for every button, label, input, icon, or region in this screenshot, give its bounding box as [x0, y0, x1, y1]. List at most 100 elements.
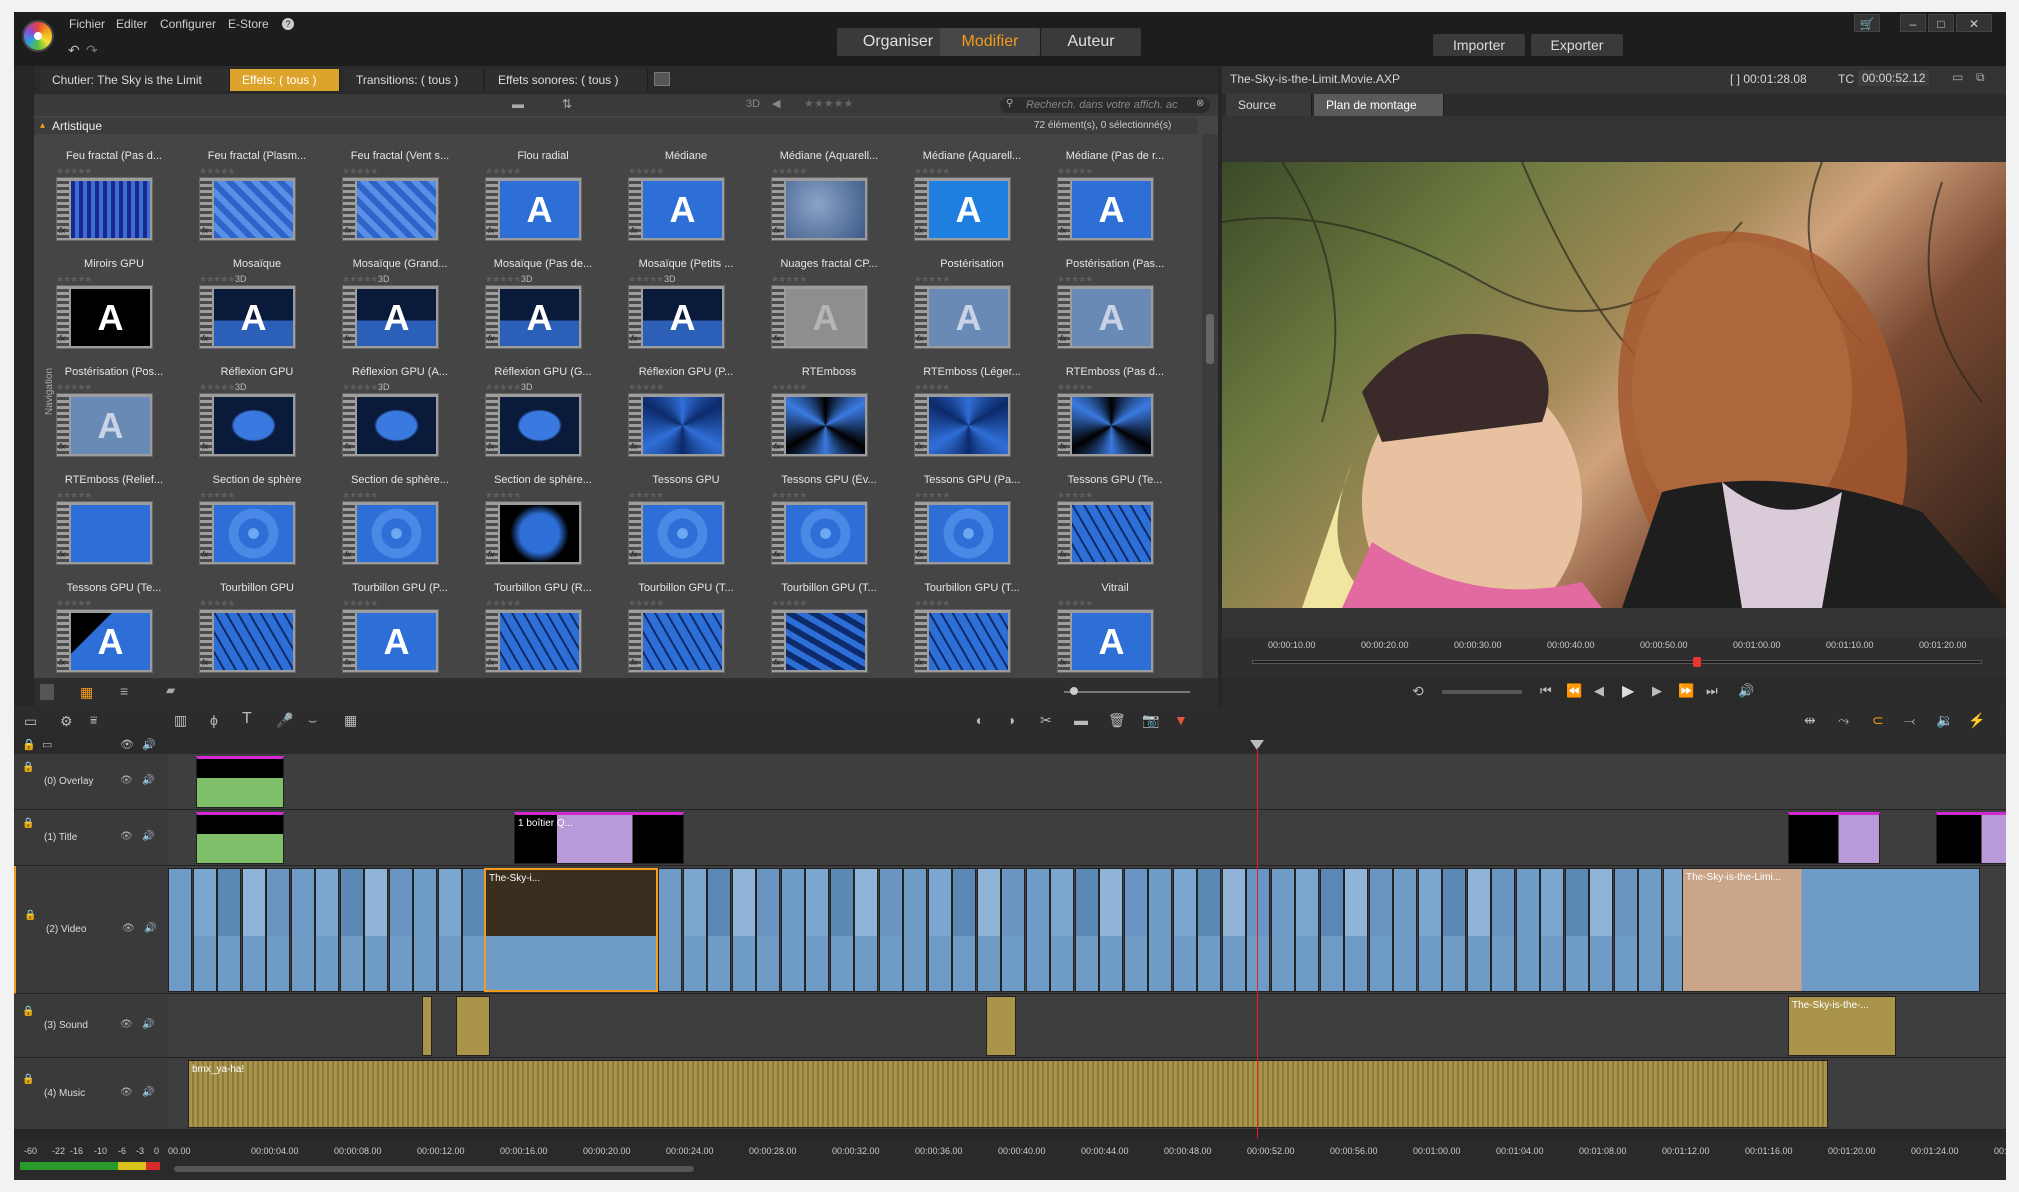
sound-clip[interactable] [422, 996, 432, 1056]
video-clip[interactable] [1099, 868, 1123, 992]
rating-stars[interactable]: ★★★★★ [628, 166, 664, 177]
export-button[interactable]: Exporter [1531, 34, 1623, 56]
grid-view-icon[interactable]: ▦ [80, 684, 93, 701]
snapshot-icon[interactable]: 📷 [1142, 712, 1159, 729]
video-clip[interactable] [658, 868, 682, 992]
effect-thumbnail[interactable]: fx [485, 393, 582, 457]
effect-item[interactable]: Nuages fractal CP... ★★★★★ fx A [759, 258, 899, 366]
rating-stars[interactable]: ★★★★★ [1057, 490, 1093, 501]
shuttle-slider[interactable] [1442, 690, 1522, 694]
effect-item[interactable]: Tourbillon GPU ★★★★★ fx [187, 582, 327, 678]
scroll-icon[interactable]: ⤳ [1838, 712, 1849, 729]
effect-item[interactable]: Feu fractal (Vent s... ★★★★★ fx [330, 150, 470, 258]
video-clip[interactable] [462, 868, 486, 992]
effect-item[interactable]: Tessons GPU (Pa... ★★★★★ fx [902, 474, 1042, 582]
visibility-icon[interactable]: 👁 [120, 831, 133, 842]
effect-item[interactable]: Réflexion GPU (P... ★★★★★ fx [616, 366, 756, 474]
video-clip[interactable] [1442, 868, 1466, 992]
effect-item[interactable]: Médiane (Pas de r... ★★★★★ fx A [1045, 150, 1185, 258]
rating-stars[interactable]: ★★★★★ [199, 490, 235, 501]
rating-stars[interactable]: ★★★★★ [199, 382, 235, 393]
sort-icon[interactable]: ⇅ [562, 97, 572, 111]
search-input[interactable]: Recherch. dans votre affich. ac [1000, 97, 1210, 113]
effect-item[interactable]: Mosaïque (Petits ... ★★★★★ 3D fx A [616, 258, 756, 366]
player-scrubber[interactable]: 00:00:10.00 00:00:20.00 00:00:30.00 00:00:4… [1222, 638, 2006, 678]
video-clip[interactable] [1123, 868, 1148, 992]
lock-icon[interactable]: 🔒 [22, 1074, 34, 1085]
effect-thumbnail[interactable]: fx A [1057, 285, 1154, 349]
music-clip[interactable]: bmx_ya-ha! [188, 1060, 1828, 1128]
effect-thumbnail[interactable]: fx A [914, 285, 1011, 349]
video-clip[interactable] [1417, 868, 1442, 992]
effect-thumbnail[interactable]: fx A [628, 177, 725, 241]
menu-editer[interactable]: Editer [116, 17, 147, 31]
timecode-readout[interactable]: 00:00:52.12 [1858, 70, 1930, 86]
effect-thumbnail[interactable]: fx A [342, 609, 439, 673]
video-clip[interactable] [1246, 868, 1270, 992]
track-header[interactable]: 🔒 (0) Overlay 👁 🔊 [14, 754, 168, 810]
sound-clip[interactable]: The-Sky-is-the-... [1788, 996, 1896, 1056]
help-icon[interactable]: ? [282, 18, 294, 30]
rating-stars[interactable]: ★★★★★ [771, 490, 807, 501]
preview-icon[interactable] [40, 684, 54, 700]
effect-thumbnail[interactable]: fx [1057, 393, 1154, 457]
video-clip[interactable] [780, 868, 805, 992]
rating-stars[interactable]: ★★★★★ [342, 166, 378, 177]
video-clip[interactable] [413, 868, 437, 992]
effect-thumbnail[interactable]: fx [771, 501, 868, 565]
effect-item[interactable]: Feu fractal (Plasm... ★★★★★ fx [187, 150, 327, 258]
step-back-icon[interactable]: ◀ [1594, 683, 1604, 699]
title-clip[interactable] [1788, 812, 1880, 864]
folder-icon[interactable]: ▬ [512, 97, 524, 111]
tag-icon[interactable]: ◀ [772, 97, 780, 110]
effect-item[interactable]: Réflexion GPU ★★★★★ 3D fx [187, 366, 327, 474]
rating-stars[interactable]: ★★★★★ [56, 166, 92, 177]
mixer-icon[interactable]: ▥ [174, 712, 187, 729]
rating-stars[interactable]: ★★★★★ [771, 598, 807, 609]
video-clip[interactable] [731, 868, 756, 992]
rating-stars[interactable]: ★★★★★ [342, 382, 378, 393]
track-header[interactable]: 🔒 (2) Video 👁 🔊 [14, 866, 168, 994]
rating-stars[interactable]: ★★★★★ [485, 166, 521, 177]
track-header[interactable]: 🔒 (1) Title 👁 🔊 [14, 810, 168, 866]
effect-thumbnail[interactable]: fx A [485, 285, 582, 349]
effect-thumbnail[interactable]: fx [914, 609, 1011, 673]
effect-thumbnail[interactable]: fx [771, 609, 868, 673]
video-clip[interactable] [1001, 868, 1025, 992]
rating-stars[interactable]: ★★★★★ [771, 166, 807, 177]
add-tab-icon[interactable] [654, 72, 670, 86]
undo-icon[interactable]: ↶ [68, 42, 80, 59]
cart-icon[interactable]: 🛒 [1854, 14, 1880, 32]
audio-icon[interactable]: 🔊 [142, 775, 154, 786]
video-clip[interactable] [1074, 868, 1099, 992]
effect-thumbnail[interactable]: fx A [1057, 609, 1154, 673]
effect-item[interactable]: Mosaïque ★★★★★ 3D fx A [187, 258, 327, 366]
visibility-icon[interactable]: 👁 [122, 923, 135, 934]
razor-icon[interactable]: ✂ [1040, 712, 1052, 729]
go-start-icon[interactable]: ⏮ [1540, 683, 1552, 699]
audio-icon[interactable]: 🔊 [144, 923, 156, 934]
effect-thumbnail[interactable]: fx A [342, 285, 439, 349]
title-clip[interactable] [1936, 812, 2006, 864]
magnet-icon[interactable]: ⇹ [1804, 712, 1816, 729]
effect-thumbnail[interactable]: fx [771, 177, 868, 241]
rating-stars[interactable]: ★★★★★ [1057, 274, 1093, 285]
effect-item[interactable]: Miroirs GPU ★★★★★ fx A [44, 258, 184, 366]
rating-stars[interactable]: ★★★★★ [628, 490, 664, 501]
video-clip[interactable] [437, 868, 462, 992]
video-clip[interactable] [1491, 868, 1515, 992]
rating-stars[interactable]: ★★★★★ [771, 382, 807, 393]
video-clip[interactable] [952, 868, 976, 992]
rating-stars[interactable]: ★★★★★ [914, 490, 950, 501]
collapse-icon[interactable]: ▴ [40, 120, 45, 131]
tab-transitions[interactable]: Transitions: ( tous ) [344, 69, 484, 91]
effect-item[interactable]: Réflexion GPU (G... ★★★★★ 3D fx [473, 366, 613, 474]
rating-stars[interactable]: ★★★★★ [1057, 166, 1093, 177]
rating-filter[interactable]: ★★★★★ [804, 97, 853, 110]
minimize-button[interactable]: – [1900, 14, 1926, 32]
mode-modifier[interactable]: Modifier [940, 28, 1040, 56]
rating-stars[interactable]: ★★★★★ [771, 274, 807, 285]
video-clip[interactable] [1319, 868, 1344, 992]
effect-thumbnail[interactable]: fx [914, 501, 1011, 565]
prev-marker-icon[interactable]: ⏪ [1566, 683, 1582, 699]
